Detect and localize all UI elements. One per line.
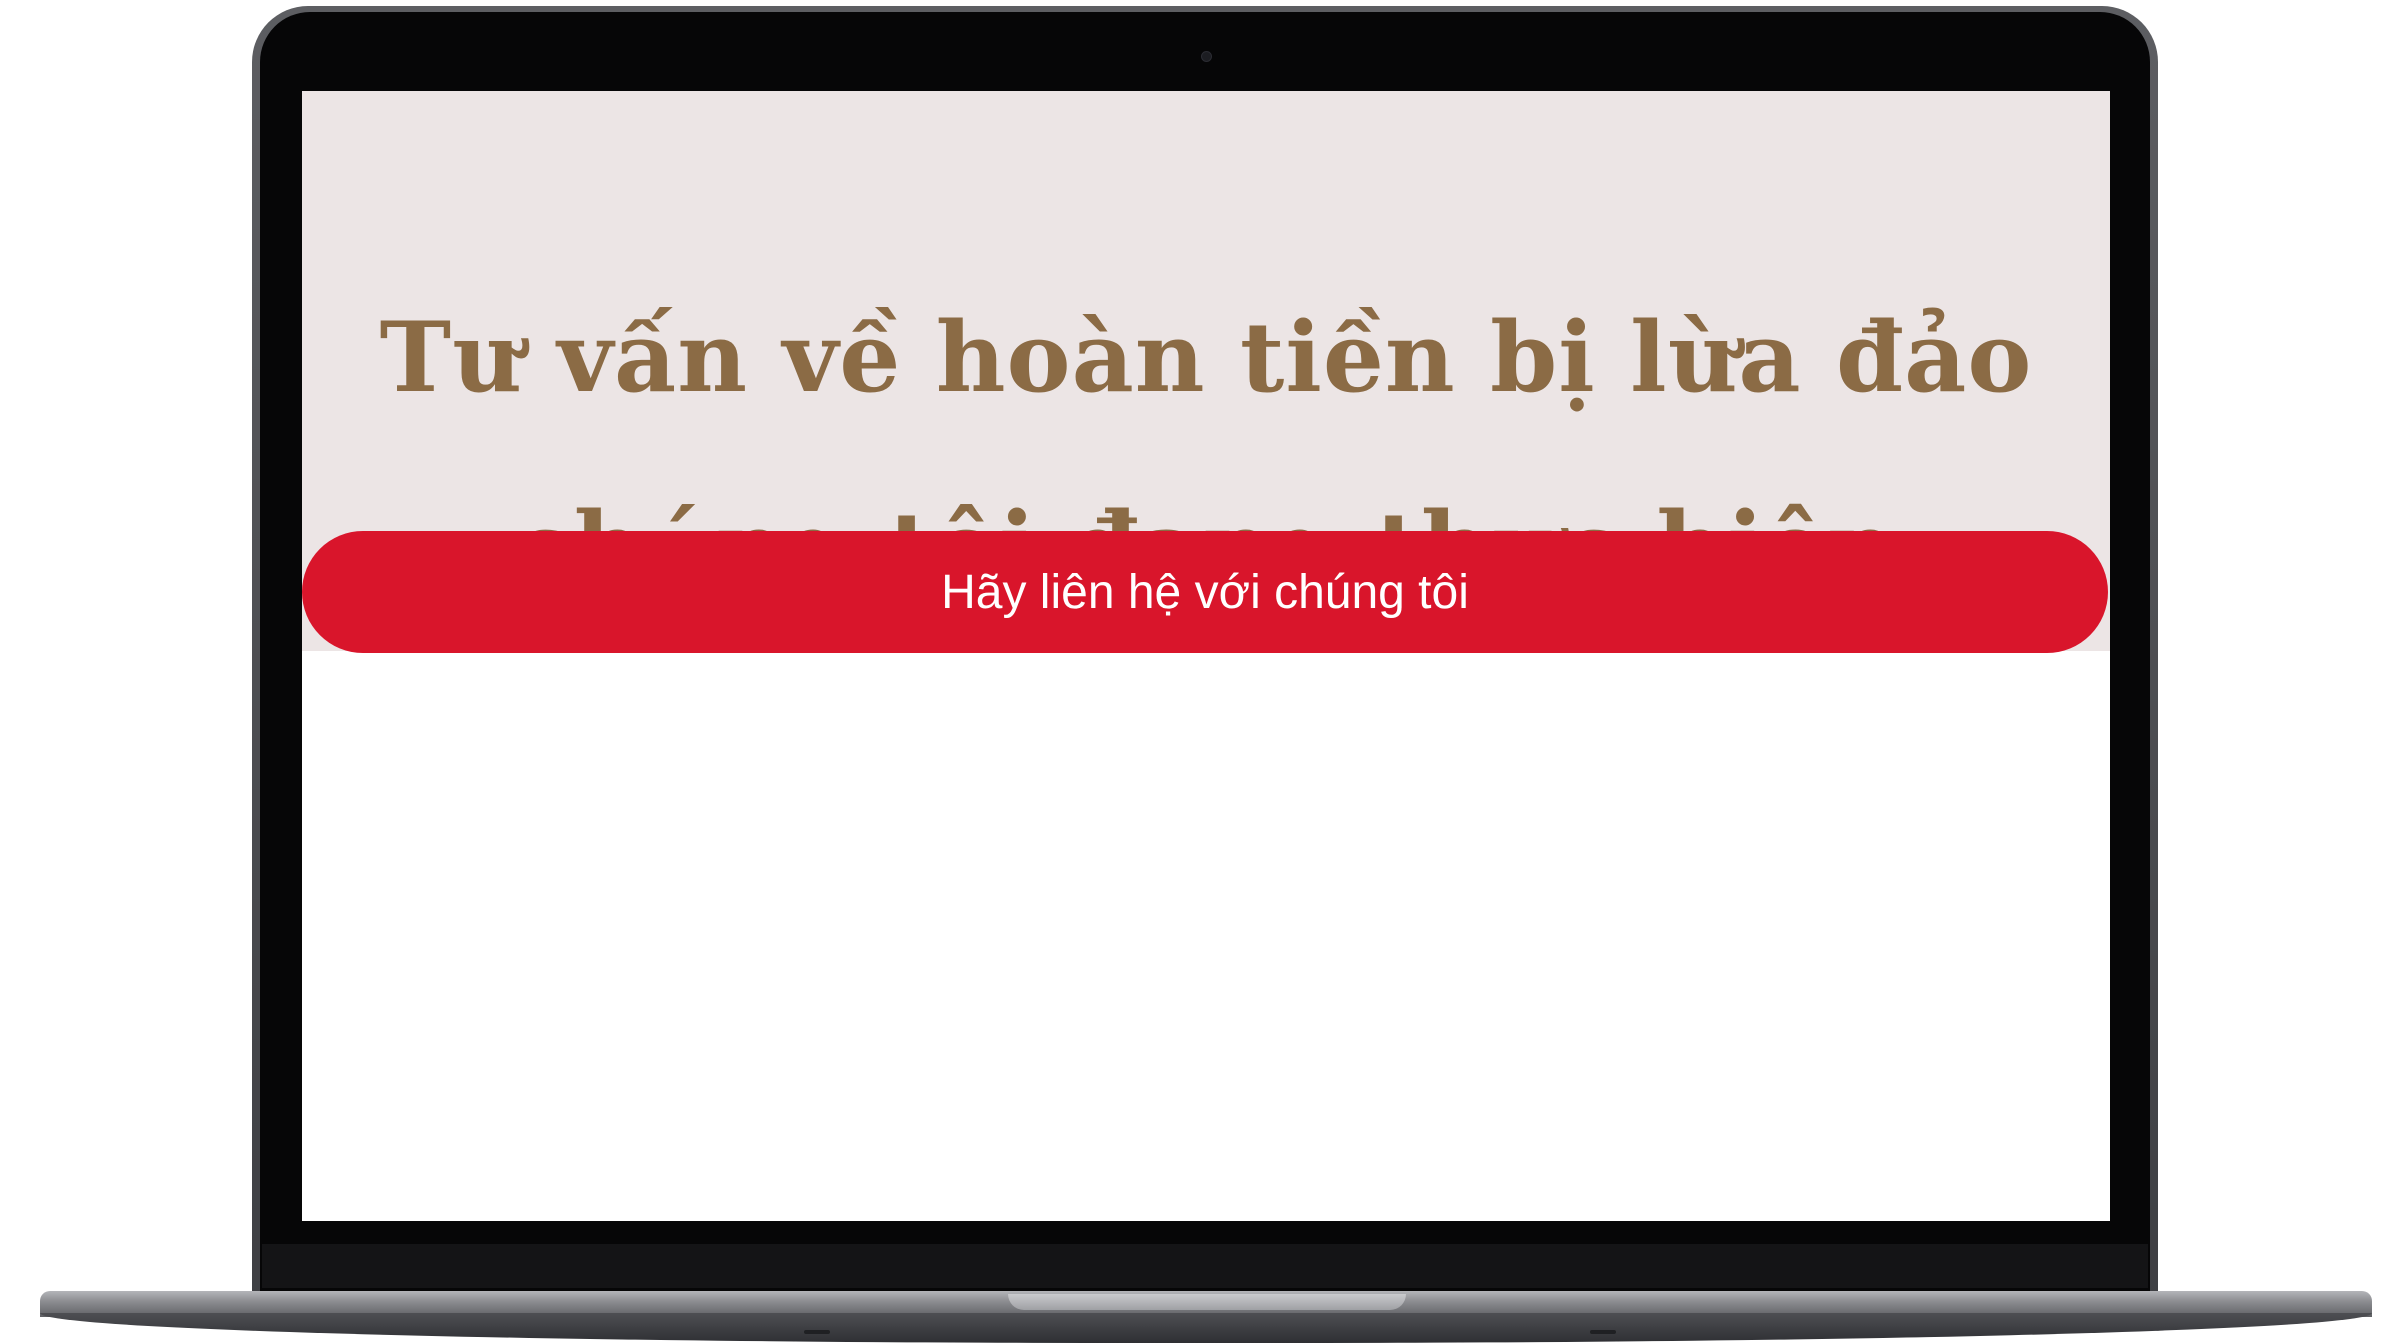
laptop-screen: Tư vấn về hoàn tiền bị lừa đảo chúng tôi… xyxy=(302,91,2110,1221)
page-content-area xyxy=(302,653,2110,1221)
bezel-chin xyxy=(262,1244,2148,1288)
laptop-foot xyxy=(1590,1330,1616,1334)
laptop-mockup: Tư vấn về hoàn tiền bị lừa đảo chúng tôi… xyxy=(0,0,2400,1344)
laptop-base-edge xyxy=(40,1313,2372,1343)
laptop-hinge-notch xyxy=(1008,1294,1406,1310)
contact-us-button[interactable]: Hãy liên hệ với chúng tôi xyxy=(302,531,2108,653)
webcam-icon xyxy=(1201,51,1212,62)
laptop-foot xyxy=(804,1330,830,1334)
